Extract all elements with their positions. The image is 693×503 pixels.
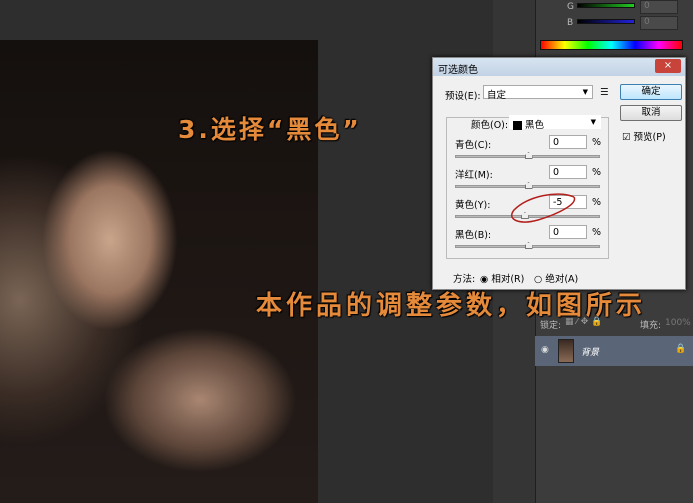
ok-button[interactable]: 确定 [620, 84, 682, 100]
preset-options-icon[interactable]: ☰ [600, 87, 609, 98]
colors-value: 黑色 [525, 120, 545, 131]
adjustment-slider[interactable] [455, 182, 600, 189]
preset-select[interactable]: 自定 ▼ [483, 85, 593, 101]
method-absolute-radio[interactable]: ○ 绝对(A) [534, 271, 578, 285]
lock-icon: 🔒 [675, 344, 687, 354]
g-slider[interactable] [577, 3, 635, 8]
colors-label: 颜色(O): [471, 120, 509, 131]
preset-value: 自定 [487, 90, 507, 101]
slider-value-input[interactable]: 0 [549, 135, 587, 149]
b-slider[interactable] [577, 19, 635, 24]
chevron-down-icon: ▼ [590, 118, 596, 126]
chevron-down-icon: ▼ [582, 88, 588, 96]
colors-select[interactable]: 黑色 ▼ [509, 115, 601, 131]
percent-sign: % [592, 137, 602, 148]
method-label: 方法: [453, 274, 476, 285]
method-relative-radio[interactable]: ◉ 相对(R) [480, 271, 524, 285]
slider-value-input[interactable]: 0 [549, 225, 587, 239]
close-button[interactable]: × [655, 59, 681, 73]
layer-name: 背景 [581, 348, 600, 358]
layer-thumbnail [558, 339, 574, 363]
g-label: G [567, 2, 574, 12]
layer-row-background[interactable]: ◉ 背景 🔒 [535, 336, 693, 366]
fill-value[interactable]: 100% [665, 318, 691, 328]
cancel-button[interactable]: 取消 [620, 105, 682, 121]
preset-label: 预设(E): [445, 91, 481, 102]
slider-label: 青色(C): [455, 140, 492, 151]
red-circle-annotation [511, 193, 576, 223]
step-caption: 3.选择“黑色” [178, 115, 362, 144]
preview-checkbox[interactable]: ☑ 预览(P) [622, 129, 666, 143]
method-relative-label: 相对(R) [491, 274, 525, 285]
slider-label: 黑色(B): [455, 230, 492, 241]
g-value[interactable]: 0 [640, 0, 678, 14]
slider-label: 洋红(M): [455, 170, 493, 181]
preview-label: 预览(P) [633, 132, 666, 143]
slider-label: 黄色(Y): [455, 200, 491, 211]
adjustment-slider[interactable] [455, 152, 600, 159]
percent-sign: % [592, 197, 602, 208]
main-caption: 本作品的调整参数，如图所示 [256, 291, 647, 321]
percent-sign: % [592, 167, 602, 178]
color-spectrum[interactable] [540, 40, 683, 50]
method-absolute-label: 绝对(A) [545, 274, 579, 285]
adjustment-slider[interactable] [455, 242, 600, 249]
percent-sign: % [592, 227, 602, 238]
b-value[interactable]: 0 [640, 16, 678, 30]
dialog-title: 可选颜色 [438, 65, 478, 76]
eye-icon[interactable]: ◉ [541, 345, 549, 355]
slider-value-input[interactable]: 0 [549, 165, 587, 179]
dialog-titlebar: 可选颜色 × [433, 58, 685, 76]
b-label: B [567, 18, 574, 28]
black-swatch [513, 121, 522, 130]
